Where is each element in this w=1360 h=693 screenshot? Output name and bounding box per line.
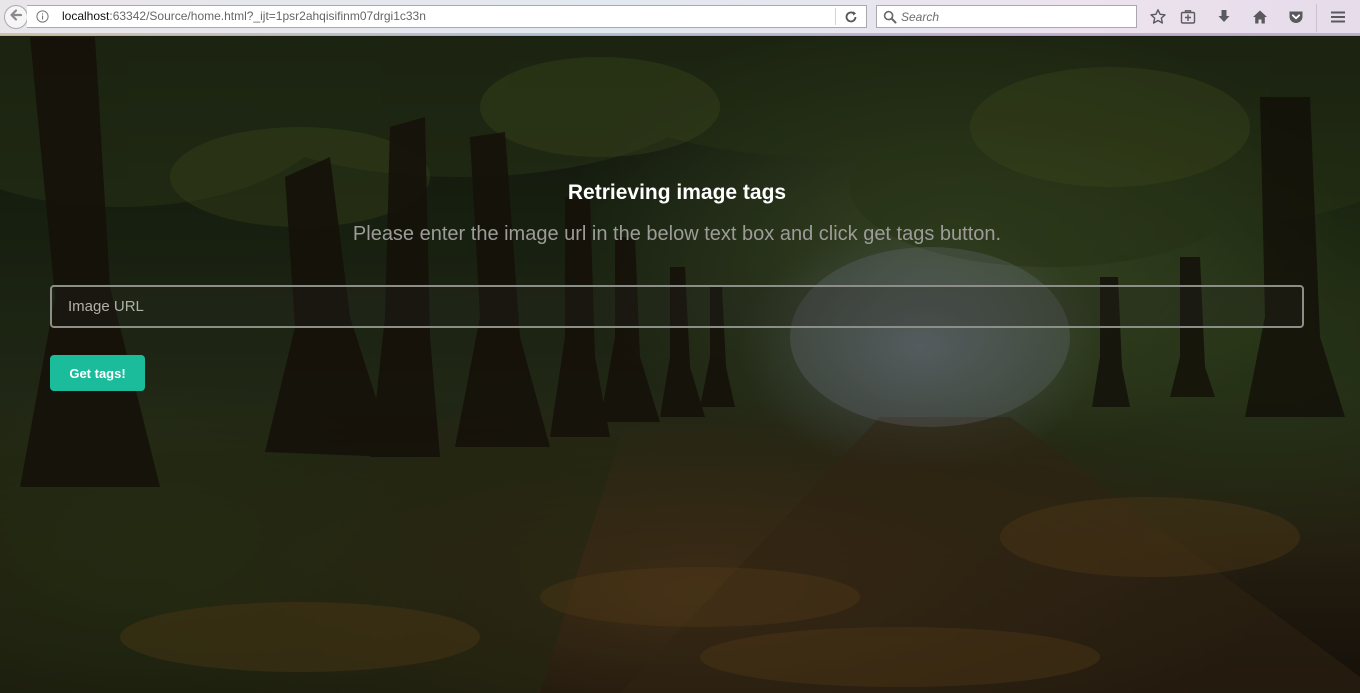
page-subtitle: Please enter the image url in the below …	[352, 223, 1002, 245]
bookmark-star-icon[interactable]	[1148, 7, 1168, 27]
page-title: Retrieving image tags	[567, 181, 787, 204]
address-bar[interactable]: localhost:63342/Source/home.html?_ijt=1p…	[27, 5, 867, 28]
info-icon[interactable]	[36, 10, 49, 23]
page-content: Retrieving image tags Please enter the i…	[0, 37, 1360, 693]
address-bar-divider	[835, 8, 836, 25]
menu-icon[interactable]	[1328, 7, 1348, 27]
back-arrow-icon	[9, 8, 23, 27]
reload-icon[interactable]	[843, 9, 859, 25]
search-icon	[882, 9, 897, 24]
download-icon[interactable]	[1214, 7, 1234, 27]
search-input[interactable]	[901, 8, 1129, 25]
image-url-input[interactable]	[50, 285, 1304, 328]
url-text[interactable]: localhost:63342/Source/home.html?_ijt=1p…	[62, 9, 426, 23]
url-path: :63342/Source/home.html?_ijt=1psr2ahqisi…	[109, 9, 426, 23]
dark-overlay	[0, 37, 1360, 693]
browser-toolbar: localhost:63342/Source/home.html?_ijt=1p…	[0, 0, 1360, 36]
url-host: localhost	[62, 9, 110, 23]
pocket-icon[interactable]	[1286, 7, 1306, 27]
back-button[interactable]	[4, 5, 28, 29]
reading-list-icon[interactable]	[1178, 7, 1198, 27]
search-bar[interactable]	[876, 5, 1137, 28]
get-tags-button[interactable]: Get tags!	[50, 355, 145, 391]
home-icon[interactable]	[1250, 7, 1270, 27]
toolbar-divider	[1316, 4, 1317, 32]
